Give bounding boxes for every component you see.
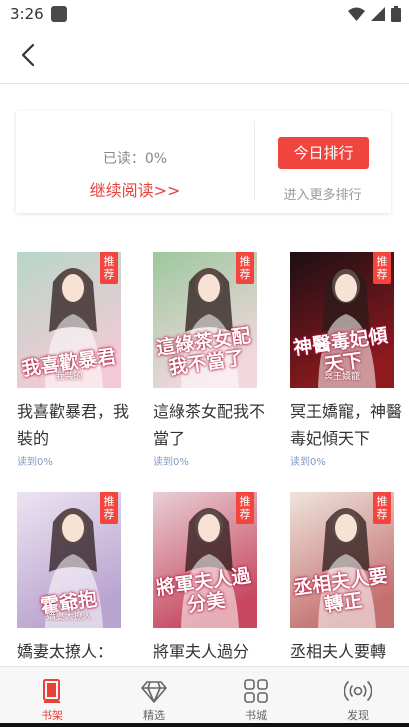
book-item[interactable]: 推荐 丞相夫人要轉正丞相夫人要轉	[290, 492, 394, 666]
bookshelf-icon	[43, 679, 60, 703]
recommend-badge: 推荐	[100, 252, 118, 284]
tab-bookshelf[interactable]: 书架	[2, 667, 102, 727]
book-title: 這綠茶女配我不當了	[153, 402, 266, 448]
book-progress: 读到0%	[17, 457, 53, 468]
cover-subtitle: 嬌妻太撩人	[46, 612, 92, 622]
battery-icon	[391, 6, 401, 22]
grid-icon	[244, 679, 268, 703]
back-arrow-icon	[21, 43, 35, 67]
recommend-badge: 推荐	[100, 492, 118, 524]
book-item[interactable]: 推荐 霍爺抱 嬌妻太撩人嬌妻太撩人：	[17, 492, 121, 666]
tab-featured[interactable]: 精选	[104, 667, 204, 727]
book-title: 嬌妻太撩人：	[17, 642, 114, 661]
recommend-badge: 推荐	[236, 492, 254, 524]
signal-icon	[371, 7, 385, 21]
tab-label: 发现	[347, 709, 369, 722]
today-rank-button[interactable]: 今日排行	[278, 137, 369, 169]
book-cover: 推荐 霍爺抱 嬌妻太撩人	[17, 492, 121, 628]
recommend-badge: 推荐	[373, 252, 391, 284]
book-title: 冥王嬌寵，神醫毒妃傾天下	[290, 402, 403, 448]
book-item[interactable]: 推荐 將軍夫人過分美將軍夫人過分	[153, 492, 257, 666]
recommend-badge: 推荐	[236, 252, 254, 284]
cover-subtitle: 我装的	[55, 372, 83, 382]
tab-label: 书架	[41, 709, 63, 722]
book-progress: 读到0%	[153, 457, 189, 468]
recommend-badge: 推荐	[373, 492, 391, 524]
read-progress: 已读：0%	[102, 151, 168, 167]
tab-label: 书城	[245, 709, 267, 722]
book-item[interactable]: 推荐 神醫毒妃傾天下 冥王嬌寵冥王嬌寵，神醫毒妃傾天下读到0%	[290, 252, 402, 468]
book-cover: 推荐 神醫毒妃傾天下 冥王嬌寵	[290, 252, 394, 388]
wifi-icon	[348, 7, 365, 21]
tab-label: 精选	[143, 709, 165, 722]
broadcast-icon	[344, 680, 372, 702]
status-icons	[348, 6, 401, 22]
notification-icon	[51, 6, 67, 22]
cover-subtitle: 冥王嬌寵	[323, 372, 360, 382]
book-title: 將軍夫人過分	[153, 642, 250, 661]
continue-reading-link[interactable]: 继续阅读>>	[16, 177, 254, 201]
status-time: 3:26	[10, 5, 44, 23]
book-progress: 读到0%	[290, 457, 326, 468]
book-cover: 推荐 丞相夫人要轉正	[290, 492, 394, 628]
reading-card: 已读：0% 继续阅读>> 今日排行 进入更多排行	[16, 111, 391, 213]
diamond-icon	[141, 681, 167, 703]
book-cover: 推荐 將軍夫人過分美	[153, 492, 257, 628]
back-button[interactable]	[14, 40, 44, 70]
book-cover: 推荐 這綠茶女配我不當了	[153, 252, 257, 388]
status-bar: 3:26	[0, 0, 409, 30]
book-title: 丞相夫人要轉	[290, 642, 387, 661]
book-title: 我喜歡暴君，我裝的	[17, 402, 130, 448]
book-item[interactable]: 推荐 這綠茶女配我不當了這綠茶女配我不當了读到0%	[153, 252, 265, 468]
more-rank-link[interactable]: 进入更多排行	[254, 184, 391, 203]
tab-discover[interactable]: 发现	[308, 667, 408, 727]
home-indicator	[0, 723, 409, 727]
bottom-tab-bar: 书架 精选 书城 发现	[0, 666, 409, 727]
book-item[interactable]: 推荐 我喜歡暴君 我装的我喜歡暴君，我裝的读到0%	[17, 252, 129, 468]
book-cover: 推荐 我喜歡暴君 我装的	[17, 252, 121, 388]
tab-bookstore[interactable]: 书城	[206, 667, 306, 727]
top-bar	[0, 30, 409, 84]
